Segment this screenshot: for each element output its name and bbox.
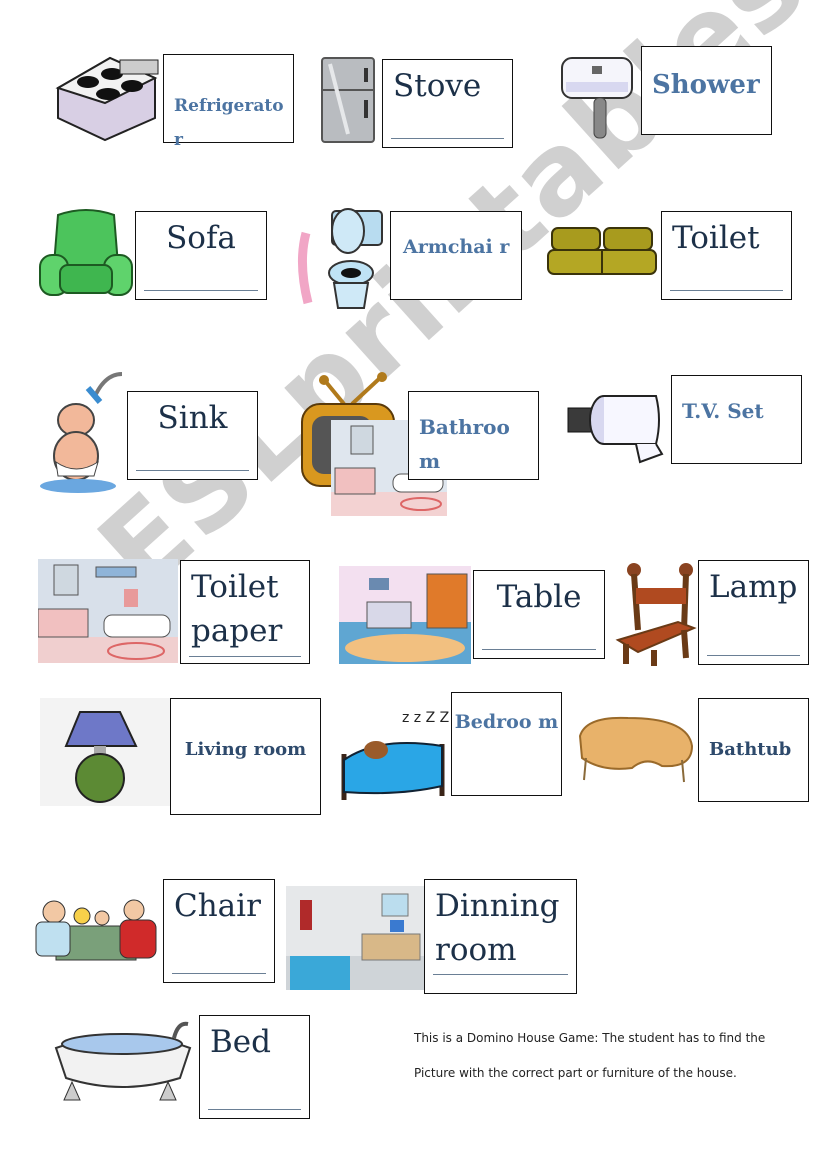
card-sofa[interactable]: Sofa (135, 211, 267, 300)
toilet-paper-picture (567, 395, 664, 464)
card-word: Sink (157, 400, 228, 436)
answer-line (144, 290, 258, 291)
answer-line (136, 470, 249, 471)
card-word: Armchai r (403, 236, 510, 258)
card-sink[interactable]: Sink (127, 391, 258, 480)
card-word: Bed (210, 1024, 271, 1060)
card-word: Toilet (672, 220, 760, 256)
card-tv-set[interactable]: T.V. Set (671, 375, 802, 464)
card-lamp[interactable]: Lamp (698, 560, 809, 665)
answer-line (189, 656, 301, 657)
answer-line (433, 974, 568, 975)
card-refrigerator[interactable]: Refrigerato r (163, 54, 294, 150)
answer-line (707, 655, 800, 656)
card-word: Toilet paper (191, 569, 283, 649)
answer-line (482, 649, 596, 650)
refrigerator-picture (321, 57, 375, 143)
card-word: Bathroo m (419, 415, 510, 473)
card-table[interactable]: Table (473, 570, 605, 659)
answer-line (208, 1109, 301, 1110)
card-stove[interactable]: Stove (382, 59, 513, 148)
card-toilet-paper[interactable]: Toilet paper (180, 560, 310, 664)
card-word: Shower (652, 70, 760, 100)
answer-line (391, 138, 504, 139)
card-word: Refrigerato r (174, 96, 284, 150)
instructions-line-2: Picture with the correct part or furnitu… (414, 1066, 737, 1080)
card-bedroom[interactable]: Bedroo m (451, 692, 562, 796)
card-word: Bedroo m (454, 711, 559, 733)
card-toilet[interactable]: Toilet (661, 211, 792, 300)
card-chair[interactable]: Chair (163, 879, 275, 983)
card-dinning-room[interactable]: Dinning room (424, 879, 577, 994)
instructions-line-1: This is a Domino House Game: The student… (414, 1031, 766, 1045)
card-word: Sofa (166, 220, 236, 256)
chair-picture (615, 563, 697, 666)
card-word: Stove (393, 68, 482, 104)
answer-line (670, 290, 783, 291)
svg-text:z z Z Z: z z Z Z (402, 710, 449, 726)
card-word: Chair (174, 888, 261, 924)
card-living-room[interactable]: Living room (170, 698, 321, 815)
bed-picture: z z Z Z (341, 710, 449, 800)
card-word: T.V. Set (682, 399, 764, 423)
bedroom-picture (339, 566, 471, 664)
card-word: Living room (184, 739, 307, 760)
card-word: Bathtub (709, 739, 792, 760)
card-armchair[interactable]: Armchai r (390, 211, 522, 300)
card-bathroom[interactable]: Bathroo m (408, 391, 539, 480)
sofa-picture (547, 227, 657, 275)
sink-picture (561, 57, 633, 139)
bathtub-picture (54, 1021, 192, 1101)
toilet-picture (297, 208, 383, 309)
card-shower[interactable]: Shower (641, 46, 772, 135)
card-word: Dinning room (435, 888, 560, 968)
card-bathtub[interactable]: Bathtub (698, 698, 809, 802)
card-bed[interactable]: Bed (199, 1015, 310, 1119)
lamp-picture (40, 698, 170, 806)
armchair-picture (39, 209, 133, 296)
bathroom-picture (38, 559, 178, 663)
shower-picture (40, 372, 123, 493)
dining-room-picture (35, 899, 157, 961)
table-picture (578, 716, 694, 783)
stove-picture (55, 56, 159, 142)
living-room-picture (286, 886, 424, 990)
card-word: Lamp (709, 569, 798, 605)
card-word: Table (496, 579, 582, 615)
answer-line (172, 973, 266, 974)
